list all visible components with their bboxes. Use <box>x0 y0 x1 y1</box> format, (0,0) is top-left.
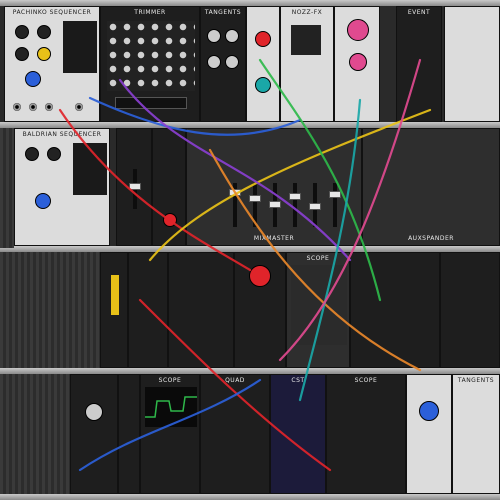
fader-icon[interactable] <box>329 183 341 227</box>
knob-grid[interactable] <box>107 21 195 91</box>
knob-icon[interactable] <box>47 147 61 161</box>
module-title: SCOPE <box>354 377 378 384</box>
module-pink[interactable] <box>334 6 380 122</box>
fader-icon[interactable] <box>269 183 281 227</box>
jack-icon[interactable] <box>75 103 83 111</box>
empty-rack-space <box>0 128 14 248</box>
module-led[interactable] <box>100 252 128 368</box>
step-grid[interactable] <box>73 143 107 195</box>
knob-icon[interactable] <box>15 25 29 39</box>
module-cst[interactable]: CST <box>270 374 326 494</box>
display <box>115 97 187 109</box>
fader-icon[interactable] <box>129 169 141 209</box>
module-event[interactable]: EVENT <box>396 6 442 122</box>
rack-rail <box>0 494 500 500</box>
knob-icon[interactable] <box>37 47 51 61</box>
empty-rack-space <box>0 252 100 368</box>
knob-icon[interactable] <box>207 55 221 69</box>
module-title: SCOPE <box>158 377 182 384</box>
module-sequencer-2[interactable]: BALDRIAN SEQUENCER <box>14 128 110 246</box>
rack-canvas[interactable]: PACHINKO SEQUENCER TRIMMER TANGENTS NOZZ… <box>0 0 500 500</box>
module-title: QUAD <box>225 377 245 384</box>
module-scope-low1[interactable]: SCOPE <box>140 374 200 494</box>
module-strip[interactable] <box>152 128 186 246</box>
fader-icon[interactable] <box>229 183 241 227</box>
scope-display <box>291 265 347 345</box>
module-dark-4[interactable] <box>350 252 440 368</box>
step-grid[interactable] <box>63 21 97 73</box>
pad-grid[interactable] <box>291 25 321 55</box>
knob-icon[interactable] <box>349 53 367 71</box>
module-light-low[interactable] <box>406 374 452 494</box>
module-tangents[interactable]: TANGENTS <box>200 6 246 122</box>
module-auxspander[interactable]: AUXSPANDER <box>362 128 500 246</box>
module-scope-low2[interactable]: SCOPE <box>326 374 406 494</box>
knob-icon[interactable] <box>225 29 239 43</box>
knob-icon[interactable] <box>15 47 29 61</box>
module-title: CST <box>291 377 305 384</box>
scope-display <box>145 387 197 427</box>
module-title: TANGENTS <box>457 377 495 384</box>
module-dark-1[interactable] <box>128 252 168 368</box>
jack-icon[interactable] <box>13 103 21 111</box>
knob-icon[interactable] <box>25 147 39 161</box>
module-scope-mid[interactable]: SCOPE <box>286 252 350 368</box>
knob-icon[interactable] <box>85 403 103 421</box>
fader-icon[interactable] <box>309 183 321 227</box>
module-mixer-strip[interactable] <box>116 128 152 246</box>
knob-icon[interactable] <box>255 77 271 93</box>
module-title: NOZZ-FX <box>291 9 323 16</box>
jack-icon[interactable] <box>45 103 53 111</box>
module-title: TRIMMER <box>134 9 166 16</box>
module-clk[interactable] <box>70 374 118 494</box>
fader-icon[interactable] <box>289 183 301 227</box>
module-label: AUXSPANDER <box>408 235 454 242</box>
empty-rack-space <box>0 374 70 494</box>
knob-icon[interactable] <box>419 401 439 421</box>
module-title: SCOPE <box>306 255 330 262</box>
module-dark-2[interactable] <box>168 252 234 368</box>
module-sequencer-1[interactable]: PACHINKO SEQUENCER <box>4 6 100 122</box>
module-grid-light[interactable] <box>444 6 500 122</box>
module-mixmaster[interactable]: MIXMASTER <box>186 128 362 246</box>
knob-icon[interactable] <box>255 31 271 47</box>
fader-icon[interactable] <box>249 183 261 227</box>
knob-icon[interactable] <box>25 71 41 87</box>
module-label: MIXMASTER <box>253 235 295 242</box>
level-meter <box>111 275 119 315</box>
knob-icon[interactable] <box>35 193 51 209</box>
module-dark-3[interactable] <box>234 252 286 368</box>
module-quad[interactable]: QUAD <box>200 374 270 494</box>
knob-icon[interactable] <box>37 25 51 39</box>
module-title: TANGENTS <box>204 9 242 16</box>
module-thin[interactable] <box>118 374 140 494</box>
module-nozz-fx[interactable]: NOZZ-FX <box>280 6 334 122</box>
knob-icon[interactable] <box>249 265 271 287</box>
module-title: EVENT <box>407 9 431 16</box>
knob-icon[interactable] <box>225 55 239 69</box>
knob-icon[interactable] <box>207 29 221 43</box>
module-dark-5[interactable] <box>440 252 500 368</box>
knob-icon[interactable] <box>163 213 177 227</box>
module-small-light[interactable] <box>246 6 280 122</box>
jack-icon[interactable] <box>29 103 37 111</box>
module-trimmer[interactable]: TRIMMER <box>100 6 200 122</box>
module-tangents-2[interactable]: TANGENTS <box>452 374 500 494</box>
knob-icon[interactable] <box>347 19 369 41</box>
module-title: PACHINKO SEQUENCER <box>12 9 92 16</box>
module-title: BALDRIAN SEQUENCER <box>22 131 102 138</box>
